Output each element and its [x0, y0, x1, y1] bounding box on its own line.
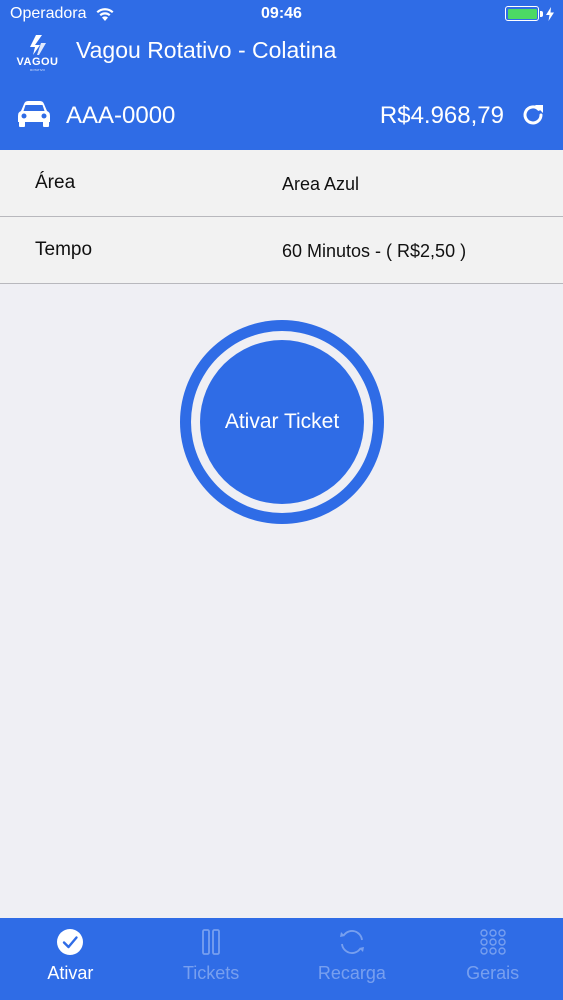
logo-mark-icon [29, 35, 46, 55]
vehicle-bar: AAA-0000 R$4.968,79 [0, 88, 563, 146]
area-label: Área [35, 172, 76, 193]
battery-level [507, 8, 537, 19]
check-circle-icon [57, 929, 84, 955]
activate-ticket-button[interactable]: Ativar Ticket [200, 340, 364, 504]
ticket-form: Área Area Azul Tempo 60 Minutos - ( R$2,… [0, 150, 563, 284]
battery-icon [505, 6, 543, 21]
tab-tickets[interactable]: Tickets [141, 918, 282, 1000]
logo-text: VAGOU [16, 56, 59, 68]
area-row[interactable]: Área Area Azul [0, 150, 563, 217]
battery-tip [540, 11, 543, 17]
tab-label: Recarga [317, 963, 386, 983]
tab-bar: Ativar Tickets Recarga Gerais [0, 918, 563, 1000]
grid-icon [479, 929, 506, 955]
status-time: 09:46 [261, 5, 302, 22]
status-bar: Operadora 09:46 [0, 0, 563, 28]
tab-label: Ativar [47, 963, 94, 983]
header: Operadora 09:46 VAGOU ROTATIVO Vagou Rot… [0, 0, 563, 150]
area-value: Area Azul [282, 174, 360, 194]
tab-ativar[interactable]: Ativar [0, 918, 141, 1000]
refresh-icon[interactable] [520, 102, 546, 128]
activate-ring: Ativar Ticket [180, 320, 384, 524]
charging-bolt-icon [546, 6, 554, 21]
tickets-icon [202, 929, 221, 955]
car-icon [18, 101, 50, 127]
time-row[interactable]: Tempo 60 Minutos - ( R$2,50 ) [0, 217, 563, 284]
time-value: 60 Minutos - ( R$2,50 ) [282, 241, 467, 261]
vehicle-plate: AAA-0000 [66, 102, 176, 129]
time-label: Tempo [35, 239, 93, 260]
account-balance: R$4.968,79 [379, 102, 504, 129]
recharge-icon [339, 930, 364, 954]
tab-label: Tickets [182, 963, 240, 983]
page-title: Vagou Rotativo - Colatina [76, 37, 337, 63]
tab-gerais[interactable]: Gerais [422, 918, 563, 1000]
tab-label: Gerais [466, 963, 520, 983]
app-logo: VAGOU ROTATIVO [15, 34, 60, 80]
app-screen: Operadora 09:46 VAGOU ROTATIVO Vagou Rot… [0, 0, 563, 1000]
tab-recarga[interactable]: Recarga [282, 918, 423, 1000]
title-row: VAGOU ROTATIVO Vagou Rotativo - Colatina [0, 30, 563, 78]
status-right [505, 6, 555, 21]
logo-subtext: ROTATIVO [30, 68, 45, 72]
